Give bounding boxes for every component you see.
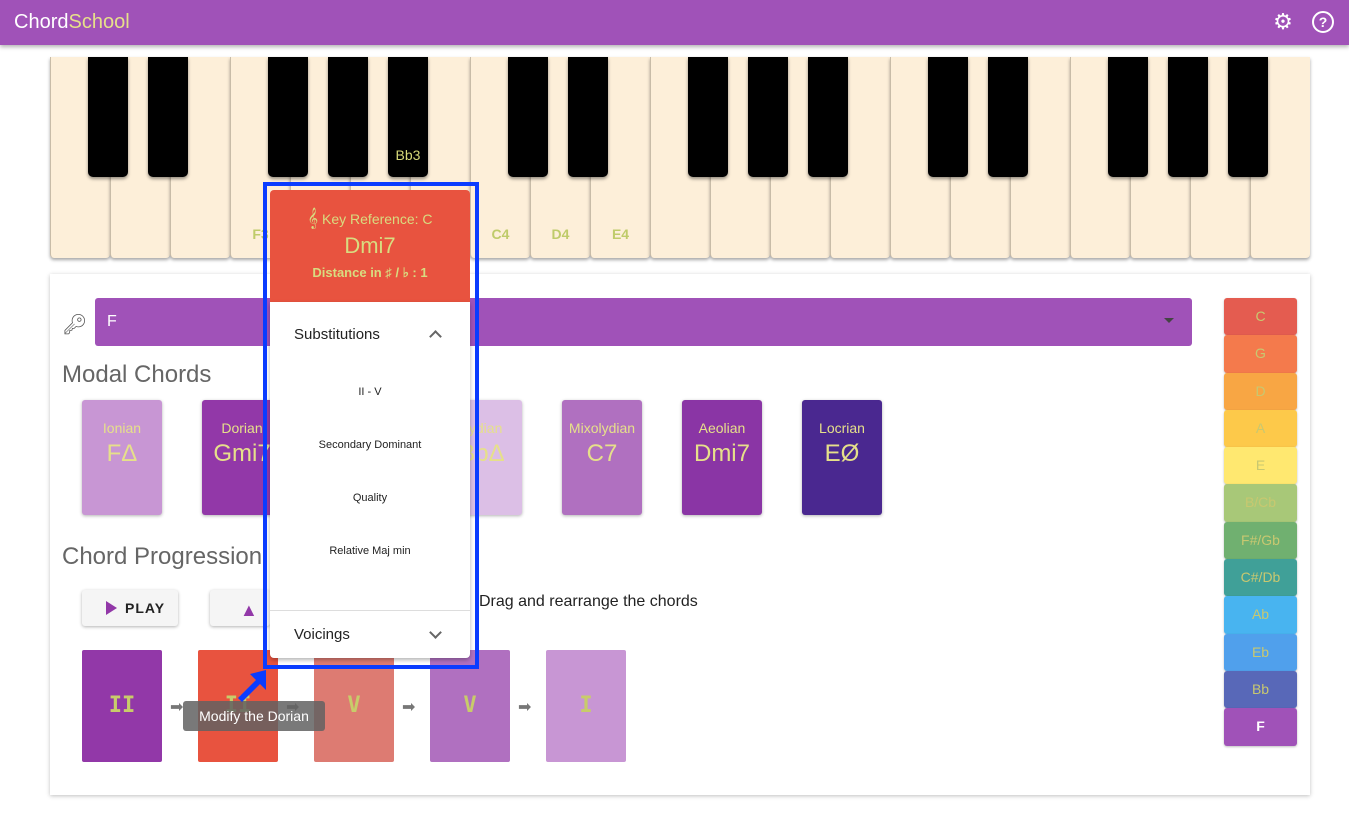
title-part: School: [68, 11, 130, 33]
modal-chords-heading: Modal Chords: [62, 361, 212, 388]
key-label: E4: [611, 226, 630, 242]
key-icon: 🔑︎: [62, 314, 88, 336]
chord-name: EØ: [824, 440, 860, 467]
black-key[interactable]: [688, 57, 728, 177]
app-title[interactable]: ChordSchool: [14, 11, 130, 34]
key-button[interactable]: E: [1224, 447, 1297, 485]
black-key[interactable]: [328, 57, 368, 177]
progression-chord[interactable]: II: [82, 650, 162, 762]
black-key[interactable]: [1168, 57, 1208, 177]
key-selector: C G D A E B/Cb F#/Gb C#/Db Ab Eb Bb F: [1224, 298, 1297, 746]
arrow-right-icon: ➡: [402, 699, 416, 716]
black-key[interactable]: [928, 57, 968, 177]
chord-name: FΔ: [106, 440, 138, 467]
key-button[interactable]: D: [1224, 372, 1297, 410]
key-button[interactable]: Bb: [1224, 670, 1297, 709]
drag-hint: Drag and rearrange the chords: [479, 593, 698, 610]
mode-name: Mixolydian: [568, 420, 636, 436]
arrow-right-icon: ➡: [170, 699, 184, 716]
key-button[interactable]: F: [1224, 708, 1297, 746]
key-button[interactable]: Ab: [1224, 596, 1297, 634]
metronome-icon: ▲: [240, 600, 259, 620]
modal-chord-card[interactable]: Aeolian Dmi7: [682, 400, 762, 515]
black-key[interactable]: [748, 57, 788, 177]
key-button[interactable]: C: [1224, 298, 1297, 336]
pointer-arrow-icon: [238, 670, 266, 702]
help-icon[interactable]: ?: [1312, 11, 1334, 33]
key-button[interactable]: A: [1224, 409, 1297, 448]
chord-name: C7: [586, 440, 618, 467]
piano-keyboard: F3 C4 D4 E4 Bb3: [50, 57, 1310, 258]
play-label: PLAY: [125, 600, 166, 616]
modal-chord-card[interactable]: Ionian FΔ: [82, 400, 162, 515]
key-button[interactable]: F#/Gb: [1224, 521, 1297, 560]
black-key[interactable]: [1108, 57, 1148, 177]
black-key[interactable]: Bb3: [388, 57, 428, 177]
key-label: C4: [491, 226, 510, 242]
app-bar: ChordSchool ⚙ ?: [0, 0, 1349, 45]
key-button[interactable]: Eb: [1224, 633, 1297, 671]
mode-name: Locrian: [819, 420, 865, 436]
key-button[interactable]: B/Cb: [1224, 484, 1297, 522]
modal-chord-card[interactable]: Locrian EØ: [802, 400, 882, 515]
title-part: Chord: [14, 11, 69, 33]
mode-name: Aeolian: [698, 420, 746, 436]
tooltip: Modify the Dorian: [183, 701, 325, 731]
highlight-box: [263, 182, 479, 669]
metronome-button[interactable]: ▲: [210, 590, 270, 626]
key-label: Bb3: [395, 147, 421, 163]
black-key[interactable]: [268, 57, 308, 177]
gear-icon[interactable]: ⚙: [1271, 10, 1295, 34]
progression-chord[interactable]: I: [546, 650, 626, 762]
key-button[interactable]: G: [1224, 335, 1297, 373]
modal-chord-card[interactable]: Mixolydian C7: [562, 400, 642, 515]
black-key[interactable]: [88, 57, 128, 177]
play-button[interactable]: PLAY: [82, 590, 178, 626]
key-label: D4: [551, 226, 570, 242]
arrow-right-icon: ➡: [518, 699, 532, 716]
black-key[interactable]: [508, 57, 548, 177]
black-key[interactable]: [568, 57, 608, 177]
chord-progression-heading: Chord Progression: [62, 543, 263, 570]
mode-name: Ionian: [102, 420, 142, 436]
key-select-value: F: [107, 313, 117, 330]
chord-name: Dmi7: [693, 440, 750, 467]
key-select[interactable]: F: [95, 298, 1192, 346]
key-button[interactable]: C#/Db: [1224, 559, 1297, 597]
play-icon: [106, 601, 117, 615]
black-key[interactable]: [988, 57, 1028, 177]
caret-down-icon: [1164, 318, 1174, 323]
black-key[interactable]: [1228, 57, 1268, 177]
black-key[interactable]: [808, 57, 848, 177]
black-key[interactable]: [148, 57, 188, 177]
